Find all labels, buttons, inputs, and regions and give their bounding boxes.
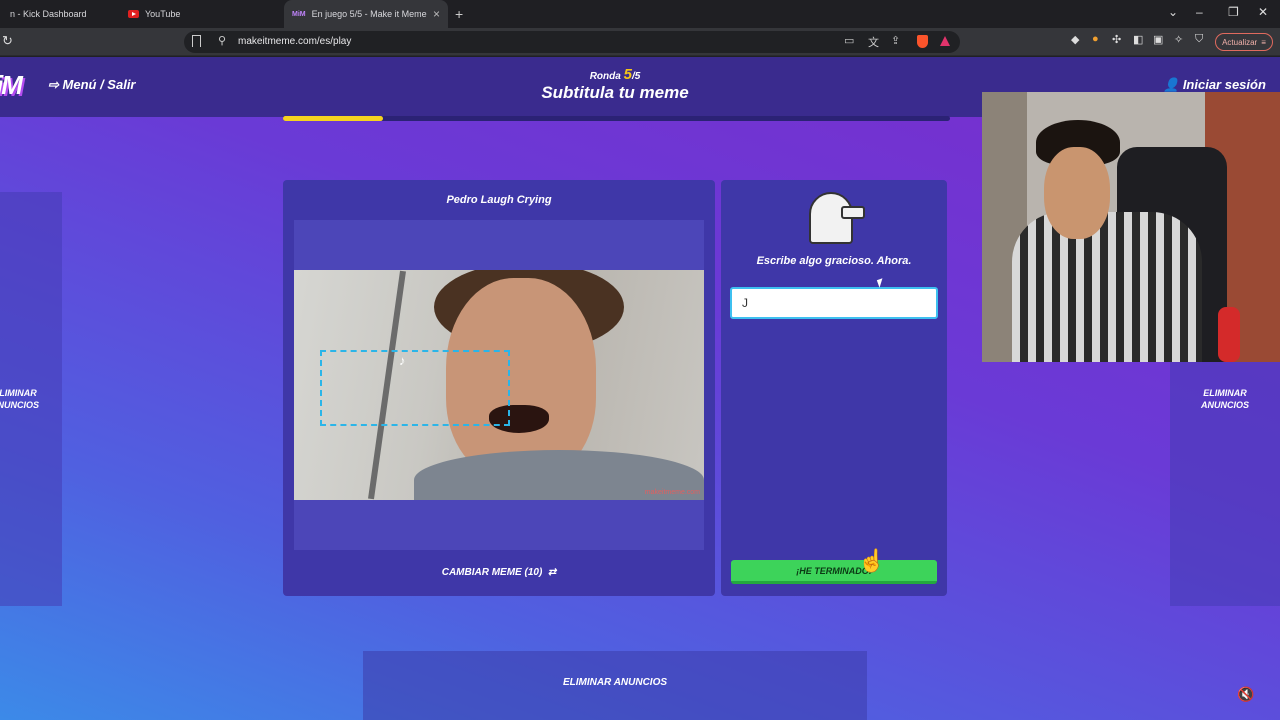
address-bar: ↻ ⚲ makeitmeme.com/es/play ▭ 文 ⇪ ◆ ● ✣ ◧… bbox=[0, 28, 1280, 56]
user-icon: 👤 bbox=[1163, 77, 1180, 92]
extension-color-icon[interactable]: ● bbox=[1092, 33, 1099, 45]
round-indicator: Ronda 5/5 bbox=[0, 66, 1230, 83]
menu-icon: ≡ bbox=[1261, 37, 1266, 47]
swap-icon: ⇄ bbox=[545, 567, 557, 578]
webcam-overlay bbox=[982, 92, 1280, 362]
ghost-mascot-icon bbox=[809, 192, 865, 244]
url-text[interactable]: makeitmeme.com/es/play bbox=[238, 36, 351, 47]
round-current: 5 bbox=[623, 66, 632, 83]
extension-diamond-icon[interactable]: ◆ bbox=[1071, 33, 1079, 46]
cam-person-shirt bbox=[1012, 212, 1202, 362]
wallet-icon[interactable]: ▣ bbox=[1153, 33, 1163, 46]
round-label: Ronda bbox=[589, 71, 621, 82]
cam-microphone bbox=[1218, 307, 1240, 362]
caption-input[interactable] bbox=[730, 287, 938, 319]
reload-icon[interactable]: ↻ bbox=[2, 33, 13, 49]
round-progress-fill bbox=[283, 116, 384, 121]
tab-label: En juego 5/5 - Make it Meme bbox=[311, 9, 427, 19]
omnibox[interactable]: ⚲ makeitmeme.com/es/play ▭ 文 ⇪ bbox=[184, 31, 960, 53]
login-label: Iniciar sesión bbox=[1182, 77, 1266, 92]
login-link[interactable]: 👤 Iniciar sesión bbox=[1163, 77, 1266, 93]
tab-make-it-meme[interactable]: MiM En juego 5/5 - Make it Meme × bbox=[284, 0, 448, 28]
youtube-icon bbox=[128, 10, 139, 18]
caption-prompt: Escribe algo gracioso. Ahora. bbox=[756, 255, 912, 267]
brave-rewards-icon[interactable] bbox=[940, 36, 950, 46]
close-tab-icon[interactable]: × bbox=[433, 7, 440, 21]
tab-search-chevron-icon[interactable]: ⌄ bbox=[1168, 5, 1178, 19]
round-total: /5 bbox=[631, 71, 641, 82]
done-button[interactable]: ¡HE TERMINADO! bbox=[731, 560, 937, 584]
left-ad-slot[interactable]: ELIMINAR ANUNCIOS bbox=[0, 192, 62, 606]
makeitmeme-icon: MiM bbox=[292, 10, 306, 18]
right-ad-label: ELIMINAR ANUNCIOS bbox=[1200, 388, 1249, 410]
update-button-label: Actualizar bbox=[1222, 37, 1258, 47]
cast-icon[interactable]: ▭ bbox=[844, 34, 854, 47]
tab-kick-dashboard[interactable]: n - Kick Dashboard bbox=[10, 0, 115, 28]
close-window-icon[interactable]: ✕ bbox=[1258, 5, 1268, 19]
extensions-puzzle-icon[interactable]: ✣ bbox=[1112, 33, 1121, 46]
update-button[interactable]: Actualizar ≡ bbox=[1215, 33, 1273, 51]
bookmark-icon[interactable] bbox=[192, 35, 201, 47]
meme-stage: makeitmeme.com ♪ bbox=[294, 220, 704, 550]
tab-youtube[interactable]: YouTube bbox=[120, 0, 280, 28]
site-info-icon[interactable]: ⚲ bbox=[218, 34, 226, 47]
tab-label: YouTube bbox=[145, 9, 181, 19]
brave-shield-icon[interactable] bbox=[917, 35, 928, 48]
mute-icon[interactable]: 🔇 bbox=[1237, 686, 1254, 703]
tab-label: n - Kick Dashboard bbox=[10, 9, 87, 19]
text-cursor-icon: ♪ bbox=[399, 353, 406, 368]
minimize-icon[interactable]: – bbox=[1196, 5, 1203, 19]
leo-ai-icon[interactable]: ✧ bbox=[1174, 33, 1183, 46]
meme-panel: Pedro Laugh Crying makeitmeme.com ♪ CAMB… bbox=[283, 180, 715, 596]
left-ad-label: ELIMINAR ANUNCIOS bbox=[0, 388, 39, 410]
caption-panel: Escribe algo gracioso. Ahora. ¡HE TERMIN… bbox=[721, 180, 947, 596]
sidebar-icon[interactable]: ◧ bbox=[1133, 33, 1143, 46]
vpn-shield-icon[interactable]: ⛉ bbox=[1195, 33, 1203, 46]
translate-icon[interactable]: 文 bbox=[868, 34, 879, 50]
restore-icon[interactable]: ❐ bbox=[1228, 5, 1239, 19]
round-progress-bar bbox=[283, 116, 950, 121]
hand-pointer-icon: ☝ bbox=[858, 548, 886, 573]
meme-name: Pedro Laugh Crying bbox=[446, 194, 552, 206]
cam-person-head bbox=[1044, 147, 1110, 239]
change-meme-label: CAMBIAR MEME (10) bbox=[441, 567, 543, 578]
share-icon[interactable]: ⇪ bbox=[891, 34, 900, 47]
caption-area[interactable] bbox=[320, 350, 510, 426]
new-tab-icon[interactable]: + bbox=[455, 6, 463, 22]
watermark: makeitmeme.com bbox=[644, 489, 700, 496]
change-meme-button[interactable]: CAMBIAR MEME (10) ⇄ bbox=[283, 567, 715, 578]
bottom-ad-slot[interactable]: ELIMINAR ANUNCIOS bbox=[363, 651, 867, 720]
bottom-ad-label: ELIMINAR ANUNCIOS bbox=[562, 677, 668, 688]
browser-tab-bar: n - Kick Dashboard YouTube MiM En juego … bbox=[0, 0, 1280, 28]
